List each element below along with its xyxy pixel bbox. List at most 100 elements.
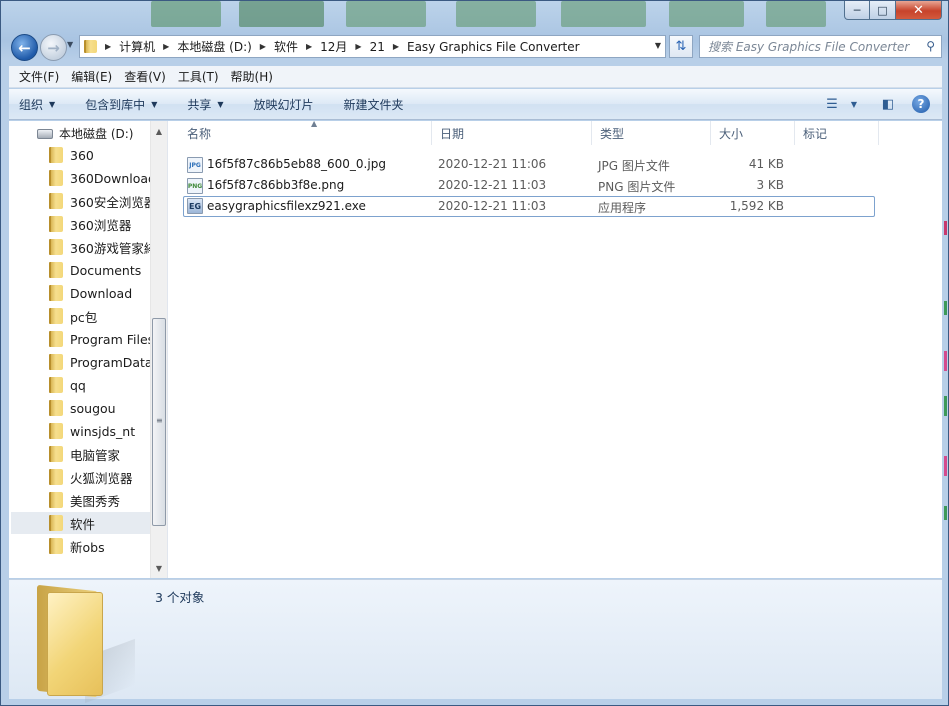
chevron-right-icon[interactable]: ▶ [260,42,266,51]
tree-item-folder[interactable]: pc包 [49,305,97,327]
chevron-right-icon[interactable]: ▶ [306,42,312,51]
tree-item-label: 电脑管家 [70,447,121,463]
refresh-button[interactable]: ⇅ [669,35,693,58]
preview-pane-icon[interactable]: ◧ [878,94,898,114]
scrollbar-thumb[interactable]: ≡ [152,318,166,526]
tree-item-label: 360Download [70,170,151,186]
tree-item-folder[interactable]: 美图秀秀 [49,489,120,511]
tree-item-folder[interactable]: 360游戏管家綷 [49,236,151,258]
folder-icon [49,354,63,370]
tree-item-folder[interactable]: 火狐浏览器 [49,466,133,488]
help-icon[interactable]: ? [912,95,930,113]
breadcrumb-day[interactable]: 21 [370,40,385,54]
background-bleed [944,301,947,315]
folder-icon [49,262,63,278]
chevron-down-icon: ▼ [217,99,224,109]
back-button[interactable]: ← [11,34,38,61]
maximize-button[interactable]: □ [870,1,896,20]
folder-icon [49,216,63,232]
menu-view[interactable]: 查看(V) [118,68,172,85]
menu-edit[interactable]: 编辑(E) [65,68,118,85]
tree-item-folder[interactable]: 360Download [49,167,151,189]
menu-file[interactable]: 文件(F) [13,68,65,85]
file-size: 3 KB [756,178,784,192]
title-bar[interactable]: ─ □ ✕ [1,1,948,31]
file-row[interactable]: PNG 16f5f87c86bb3f8e.png 2020-12-21 11:0… [183,175,875,196]
column-header-tags[interactable]: 标记 [795,121,879,145]
tree-item-drive[interactable]: 本地磁盘 (D:) [37,125,133,142]
close-button[interactable]: ✕ [896,1,942,20]
menu-help[interactable]: 帮助(H) [225,68,279,85]
tree-item-folder[interactable]: Documents [49,259,141,281]
tree-item-label: Program Files [70,331,151,347]
minimize-button[interactable]: ─ [844,1,870,20]
breadcrumb-software[interactable]: 软件 [274,38,298,55]
column-header-type[interactable]: 类型 [592,121,711,145]
tree-item-folder[interactable]: sougou [49,397,116,419]
file-row[interactable]: JPG 16f5f87c86b5eb88_600_0.jpg 2020-12-2… [183,154,875,175]
folder-tree: 本地磁盘 (D:) 360 360Download 360安全浏览器 360浏览… [9,121,151,578]
tree-item-folder[interactable]: 新obs [49,535,105,557]
new-folder-button[interactable]: 新建文件夹 [344,96,404,113]
tree-item-label: 360游戏管家綷 [70,240,151,256]
organize-button[interactable]: 组织 ▼ [19,96,55,113]
search-input[interactable]: 搜索 Easy Graphics File Converter ⚲ [699,35,942,58]
file-date: 2020-12-21 11:03 [438,199,547,213]
search-icon[interactable]: ⚲ [926,39,935,53]
tree-item-folder[interactable]: 360 [49,144,94,166]
tree-item-folder[interactable]: ProgramData [49,351,151,373]
file-date: 2020-12-21 11:06 [438,157,547,171]
tree-item-label: qq [70,377,86,393]
tree-item-folder[interactable]: Download [49,282,132,304]
column-header-size[interactable]: 大小 [711,121,795,145]
address-history-dropdown[interactable]: ▼ [655,41,661,50]
organize-label: 组织 [19,97,44,112]
file-row-focused[interactable]: EG easygraphicsfilexz921.exe 2020-12-21 … [183,196,875,217]
folder-icon [49,469,63,485]
chevron-right-icon[interactable]: ▶ [105,42,111,51]
navigation-scrollbar[interactable]: ▲ ≡ ▼ [150,121,167,578]
chevron-down-icon: ▼ [654,41,661,50]
breadcrumb-current-folder[interactable]: Easy Graphics File Converter [407,40,580,54]
share-button[interactable]: 共享 ▼ [187,96,223,113]
chevron-right-icon[interactable]: ▶ [163,42,169,51]
drive-label: 本地磁盘 (D:) [59,127,134,141]
chevron-right-icon[interactable]: ▶ [393,42,399,51]
folder-icon [49,492,63,508]
tree-item-folder[interactable]: Program Files [49,328,151,350]
folder-icon [49,170,63,186]
recent-pages-dropdown[interactable]: ▼ [67,40,73,49]
column-header-date[interactable]: 日期 [432,121,592,145]
file-type: JPG 图片文件 [598,159,670,173]
tree-item-folder-selected[interactable]: 软件 [11,512,151,534]
breadcrumb-month[interactable]: 12月 [320,38,347,55]
tree-item-folder[interactable]: qq [49,374,86,396]
address-bar[interactable]: ▶ 计算机 ▶ 本地磁盘 (D:) ▶ 软件 ▶ 12月 ▶ 21 ▶ Easy… [79,35,666,58]
breadcrumb-computer[interactable]: 计算机 [119,38,155,55]
menu-tools[interactable]: 工具(T) [172,68,225,85]
blurred-background [561,1,646,27]
navigation-pane: 本地磁盘 (D:) 360 360Download 360安全浏览器 360浏览… [9,121,168,578]
view-options-icon[interactable]: ☰ [822,94,842,114]
tree-item-folder[interactable]: 360安全浏览器 [49,190,151,212]
scroll-up-icon[interactable]: ▲ [151,123,167,139]
tree-item-folder[interactable]: winsjds_nt [49,420,135,442]
refresh-icon: ⇅ [675,39,687,54]
tree-item-folder[interactable]: 电脑管家 [49,443,120,465]
tree-item-folder[interactable]: 360浏览器 [49,213,131,235]
hard-drive-icon [37,128,53,139]
scroll-down-icon[interactable]: ▼ [151,560,167,576]
chevron-right-icon[interactable]: ▶ [355,42,361,51]
breadcrumb-drive[interactable]: 本地磁盘 (D:) [177,38,251,55]
column-header-name[interactable]: 名称 ▲ [179,119,432,145]
slideshow-button[interactable]: 放映幻灯片 [254,96,314,113]
menu-bar: 文件(F) 编辑(E) 查看(V) 工具(T) 帮助(H) [9,66,942,88]
folder-icon [49,147,63,163]
include-in-library-button[interactable]: 包含到库中 ▼ [85,96,157,113]
chevron-down-icon[interactable]: ▼ [844,94,864,114]
tree-item-label: Documents [70,262,142,278]
tree-item-label: 美图秀秀 [70,493,121,509]
background-bleed [944,506,947,520]
blurred-background [456,1,536,27]
forward-button[interactable]: → [40,34,67,61]
